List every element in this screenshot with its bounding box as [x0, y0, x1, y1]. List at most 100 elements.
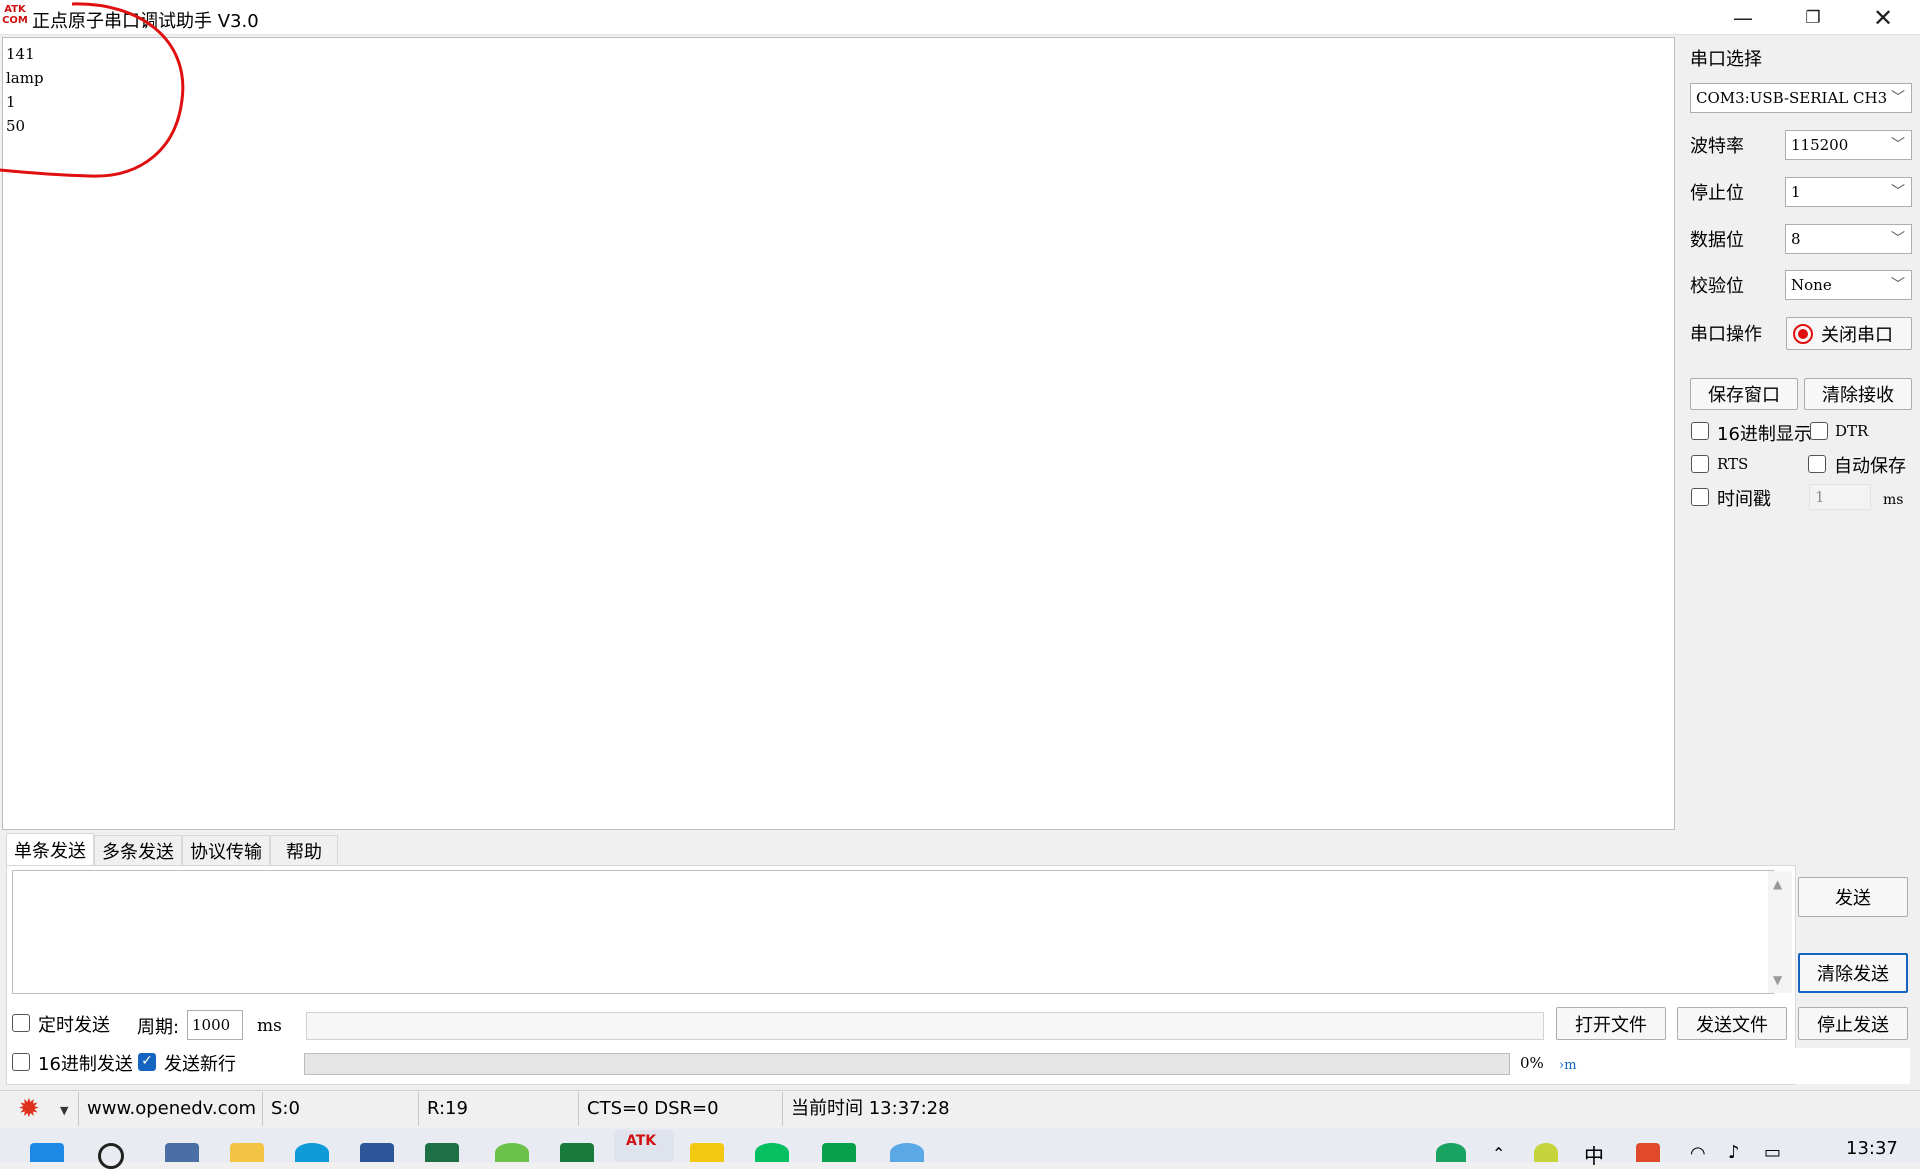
windows-taskbar	[0, 1128, 1920, 1162]
close-port-label: 关闭串口	[1821, 324, 1893, 346]
red-record-icon	[1793, 323, 1813, 344]
baud-value: 115200	[1791, 136, 1849, 154]
timed-send-label: 定时发送	[38, 1015, 110, 1036]
tray-ime-skin-icon[interactable]	[1534, 1143, 1558, 1162]
send-file-button[interactable]: 发送文件	[1677, 1007, 1787, 1040]
search-icon[interactable]	[98, 1143, 124, 1169]
send-button[interactable]: 发送	[1798, 877, 1908, 917]
tab-single-send[interactable]: 单条发送	[6, 833, 94, 865]
chevron-down-icon: ﹀	[1891, 231, 1905, 247]
send-textarea[interactable]	[12, 870, 1774, 994]
parity-value: None	[1791, 276, 1832, 294]
rts-checkbox[interactable]	[1691, 455, 1709, 473]
port-select-label: 串口选择	[1690, 49, 1762, 70]
atk-app-icon: ATK	[626, 1133, 657, 1149]
auto-save-label: 自动保存	[1834, 456, 1906, 477]
period-unit: ms	[257, 1016, 282, 1036]
wechat-icon[interactable]	[755, 1143, 789, 1162]
taskbar-clock[interactable]: 13:37	[1846, 1138, 1898, 1159]
port-select[interactable]: COM3:USB-SERIAL CH340 ﹀	[1690, 83, 1912, 113]
data-bits-value: 8	[1791, 230, 1801, 248]
send-newline-checkbox[interactable]: ✓	[138, 1053, 156, 1071]
caret-down-icon[interactable]: ▼	[60, 1104, 68, 1117]
scroll-up-icon[interactable]: ▲	[1773, 877, 1782, 891]
scroll-down-icon[interactable]: ▼	[1773, 973, 1782, 987]
maximize-button[interactable]: ❐	[1778, 0, 1848, 35]
baud-select[interactable]: 115200 ﹀	[1785, 130, 1912, 160]
sent-count: S:0	[262, 1092, 418, 1126]
receive-line: 141	[6, 45, 35, 63]
minimize-button[interactable]: —	[1708, 0, 1778, 35]
tray-app-red-icon[interactable]	[1636, 1143, 1660, 1162]
battery-icon[interactable]: ▭	[1764, 1142, 1781, 1163]
timestamp-ms-input[interactable]: 1	[1809, 484, 1871, 510]
title-bar	[0, 0, 1920, 35]
app-green-icon[interactable]	[495, 1143, 529, 1162]
task-view-icon[interactable]	[165, 1143, 199, 1162]
received-count: R:19	[418, 1092, 578, 1126]
notes-icon[interactable]	[690, 1143, 724, 1162]
tab-protocol[interactable]: 协议传输	[182, 835, 270, 865]
taskbar-active-app[interactable]: ATK	[614, 1130, 674, 1162]
receive-textarea[interactable]: 141 lamp 1 50	[2, 37, 1675, 830]
word-icon[interactable]	[360, 1143, 394, 1162]
tab-multi-send[interactable]: 多条发送	[94, 835, 182, 865]
clear-receive-button[interactable]: 清除接收	[1804, 378, 1912, 410]
open-file-button[interactable]: 打开文件	[1556, 1007, 1666, 1040]
hex-display-label: 16进制显示	[1717, 424, 1812, 445]
send-progress-bar	[304, 1053, 1510, 1075]
gear-icon[interactable]: ✹	[18, 1096, 40, 1122]
period-input[interactable]: 1000	[187, 1010, 243, 1040]
app-blue-icon[interactable]	[890, 1143, 924, 1162]
timestamp-checkbox[interactable]	[1691, 488, 1709, 506]
progress-percent: 0%	[1520, 1054, 1544, 1072]
close-window-button[interactable]: ✕	[1848, 0, 1918, 35]
file-explorer-icon[interactable]	[230, 1143, 264, 1162]
dtr-label: DTR	[1835, 422, 1869, 440]
dtr-checkbox[interactable]	[1810, 422, 1828, 440]
period-label: 周期:	[137, 1017, 180, 1038]
chevron-down-icon: ﹀	[1891, 184, 1905, 200]
tray-app-icon[interactable]	[1436, 1143, 1466, 1162]
command-input[interactable]: ›m	[1554, 1048, 1910, 1084]
send-newline-label: 发送新行	[164, 1054, 236, 1075]
tab-help[interactable]: 帮助	[270, 835, 338, 865]
stop-bits-label: 停止位	[1690, 183, 1744, 204]
wps-icon[interactable]	[560, 1143, 594, 1162]
data-bits-label: 数据位	[1690, 230, 1744, 251]
receive-line: lamp	[6, 69, 44, 87]
parity-select[interactable]: None ﹀	[1785, 270, 1912, 300]
app-monitor-icon[interactable]	[822, 1143, 856, 1162]
timed-send-checkbox[interactable]	[12, 1014, 30, 1032]
tray-chevron-icon[interactable]: ⌃	[1492, 1144, 1505, 1163]
receive-line: 1	[6, 93, 16, 111]
save-window-button[interactable]: 保存窗口	[1690, 378, 1798, 410]
timestamp-label: 时间戳	[1717, 489, 1771, 510]
rts-label: RTS	[1717, 455, 1749, 473]
send-scrollbar[interactable]: ▲ ▼	[1768, 871, 1792, 993]
chevron-down-icon: ﹀	[1887, 84, 1905, 112]
auto-save-checkbox[interactable]	[1808, 455, 1826, 473]
ime-indicator[interactable]: 中	[1584, 1140, 1604, 1169]
clear-send-button[interactable]: 清除发送	[1798, 953, 1908, 993]
window-title: 正点原子串口调试助手 V3.0	[32, 11, 259, 32]
start-icon[interactable]	[30, 1143, 64, 1162]
parity-label: 校验位	[1690, 276, 1744, 297]
data-bits-select[interactable]: 8 ﹀	[1785, 224, 1912, 254]
port-operation-label: 串口操作	[1690, 324, 1762, 345]
chevron-down-icon: ﹀	[1891, 277, 1905, 293]
close-port-button[interactable]: 关闭串口	[1786, 317, 1912, 350]
network-icon[interactable]: ◠	[1690, 1143, 1706, 1164]
excel-icon[interactable]	[425, 1143, 459, 1162]
website-link[interactable]: www.openedv.com	[78, 1092, 262, 1126]
stop-bits-select[interactable]: 1 ﹀	[1785, 177, 1912, 207]
stop-send-button[interactable]: 停止发送	[1798, 1007, 1908, 1040]
volume-icon[interactable]: ♪	[1728, 1142, 1740, 1163]
app-logo-icon: ATK COM	[2, 4, 28, 26]
file-path-input[interactable]	[306, 1012, 1544, 1040]
hex-send-checkbox[interactable]	[12, 1053, 30, 1071]
port-select-value: COM3:USB-SERIAL CH340	[1696, 89, 1907, 107]
chevron-down-icon: ﹀	[1891, 137, 1905, 153]
hex-display-checkbox[interactable]	[1691, 422, 1709, 440]
edge-icon[interactable]	[295, 1143, 329, 1162]
